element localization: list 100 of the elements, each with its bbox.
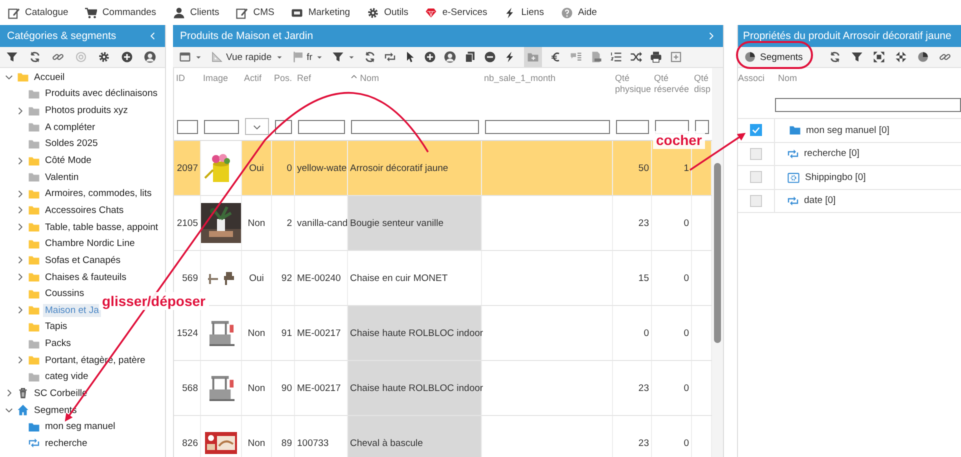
tree-item[interactable]: Table, table basse, appoint <box>43 220 160 234</box>
checkbox[interactable] <box>750 194 762 207</box>
filter-icon[interactable] <box>6 51 18 63</box>
menu-item[interactable]: Commandes <box>85 6 156 18</box>
table-cell: Non <box>248 438 266 448</box>
comments-icon[interactable] <box>570 51 582 63</box>
filter-icon[interactable] <box>850 51 863 63</box>
tree-item[interactable]: Coussins <box>43 287 86 300</box>
tree-item[interactable]: Côté Mode <box>43 154 94 168</box>
pointer-icon[interactable] <box>404 51 416 63</box>
tree-item[interactable]: Packs <box>43 337 73 350</box>
checkbox[interactable] <box>750 124 762 136</box>
sync-icon[interactable] <box>384 51 396 63</box>
filter-field[interactable] <box>775 98 961 112</box>
checkbox[interactable] <box>750 171 762 184</box>
column-header[interactable]: Associ <box>738 73 775 92</box>
refresh-icon[interactable] <box>29 51 41 63</box>
tree-item[interactable]: Accessoires Chats <box>43 204 126 217</box>
csv-file-icon[interactable] <box>590 51 602 63</box>
refresh-icon[interactable] <box>364 51 376 63</box>
segment-name[interactable]: Shippingbo [0] <box>805 172 866 183</box>
column-header[interactable]: Nom <box>360 73 380 84</box>
tree-item[interactable]: categ vide <box>43 370 90 384</box>
table-row[interactable]: 2105 Non 2 vanilla-cand Bougie senteur vanille 23 0 <box>174 196 712 251</box>
settings-icon <box>367 6 380 18</box>
tree-item[interactable]: Armoires, commodes, lits <box>43 187 154 200</box>
name-cell: Chaise haute ROLBLOC indoor <box>348 361 482 415</box>
expand-icon[interactable] <box>872 51 885 63</box>
filter-field[interactable] <box>204 120 239 134</box>
tree-item[interactable]: Chambre Nordic Line <box>43 237 137 250</box>
column-header[interactable]: Qté physique <box>615 73 652 95</box>
settings-icon[interactable] <box>98 51 110 63</box>
column-header[interactable]: Qté réservée <box>654 73 692 95</box>
table-cell: yellow-wate <box>297 162 347 174</box>
column-header[interactable]: Ref <box>297 73 312 84</box>
remove-icon[interactable] <box>484 51 496 63</box>
menu-item[interactable]: Liens <box>504 6 544 18</box>
copy-icon[interactable] <box>464 51 476 63</box>
export-icon[interactable] <box>670 51 682 63</box>
link-icon[interactable] <box>52 51 64 63</box>
tree-item[interactable]: Chaises & fauteuils <box>43 270 128 284</box>
menu-item[interactable]: Catalogue <box>8 6 68 18</box>
tree-item[interactable]: Accueil <box>32 70 67 84</box>
table-row[interactable]: 1524 Non 91 ME-00217 Chaise haute ROLBLOC indoor 0 0 <box>174 306 712 361</box>
menu-item[interactable]: e-Services <box>425 6 488 18</box>
segment-name[interactable]: recherche [0] <box>804 148 860 160</box>
column-header[interactable]: nb_sale_1_month <box>484 73 556 84</box>
name-cell: Cheval à bascule <box>348 416 482 457</box>
tree-item[interactable]: Soldes 2025 <box>43 137 100 150</box>
annotation-label: cocher <box>653 131 705 149</box>
avatar-icon[interactable] <box>444 51 456 63</box>
refresh-icon[interactable] <box>828 51 841 63</box>
segment-name[interactable]: mon seg manuel [0] <box>806 124 890 136</box>
tree-item[interactable]: Produits avec déclinaisons <box>43 87 160 100</box>
add-icon[interactable] <box>424 51 436 63</box>
column-header[interactable]: Actif <box>244 73 262 84</box>
menu-item[interactable]: Aide <box>560 6 597 18</box>
filter-field[interactable] <box>616 120 649 134</box>
table-row[interactable]: 568 Non 90 ME-00217 Chaise haute ROLBLOC indoor 23 0 <box>174 361 712 416</box>
filter-field[interactable] <box>298 120 345 134</box>
link-icon[interactable] <box>938 51 951 63</box>
menu-item[interactable]: Outils <box>367 6 408 18</box>
scrollbar[interactable] <box>712 68 723 457</box>
table-cell: 568 <box>182 382 198 394</box>
filter-field[interactable] <box>695 120 709 134</box>
avatar-icon[interactable] <box>144 51 156 63</box>
column-header[interactable]: Image <box>203 73 228 84</box>
tree-item[interactable]: A compléter <box>43 120 98 134</box>
column-header[interactable]: Nom <box>775 73 798 92</box>
window-icon[interactable] <box>179 51 191 63</box>
print-icon[interactable] <box>650 51 662 63</box>
segment-name[interactable]: date [0] <box>804 195 836 206</box>
filter-field[interactable] <box>351 120 479 134</box>
tree-item[interactable]: Photos produits xyz <box>43 104 130 118</box>
table-cell: 92 <box>281 272 292 284</box>
filter-icon[interactable] <box>332 51 344 63</box>
language-dropdown[interactable]: fr <box>292 51 324 63</box>
tree-item[interactable]: recherche <box>43 436 90 450</box>
column-header[interactable]: ID <box>176 73 185 84</box>
tree-item[interactable]: mon seg manuel <box>43 420 118 434</box>
pie-chart-icon[interactable] <box>916 51 929 63</box>
filter-field[interactable] <box>177 120 198 134</box>
add-icon[interactable] <box>121 51 133 63</box>
numbered-list-icon[interactable] <box>610 51 622 63</box>
column-header[interactable]: Qté disp <box>694 73 712 95</box>
checkbox[interactable] <box>750 148 762 160</box>
menu-item[interactable]: Marketing <box>291 6 350 18</box>
column-header[interactable]: Pos. <box>274 73 292 84</box>
tree-item[interactable]: Tapis <box>43 320 70 334</box>
view-dropdown[interactable]: Vue rapide <box>211 51 284 63</box>
filter-field[interactable] <box>485 120 610 134</box>
menu-item[interactable]: CMS <box>236 6 274 18</box>
menu-item[interactable]: Clients <box>173 6 220 18</box>
shuffle-icon[interactable] <box>630 51 642 63</box>
help-icon <box>560 6 573 18</box>
table-cell: 2105 <box>176 218 198 228</box>
compress-icon[interactable] <box>894 51 907 63</box>
segments-button[interactable]: Segments <box>744 51 819 63</box>
tree-item[interactable]: Sofas et Canapés <box>43 254 123 267</box>
tree-item[interactable]: Valentin <box>43 170 81 184</box>
